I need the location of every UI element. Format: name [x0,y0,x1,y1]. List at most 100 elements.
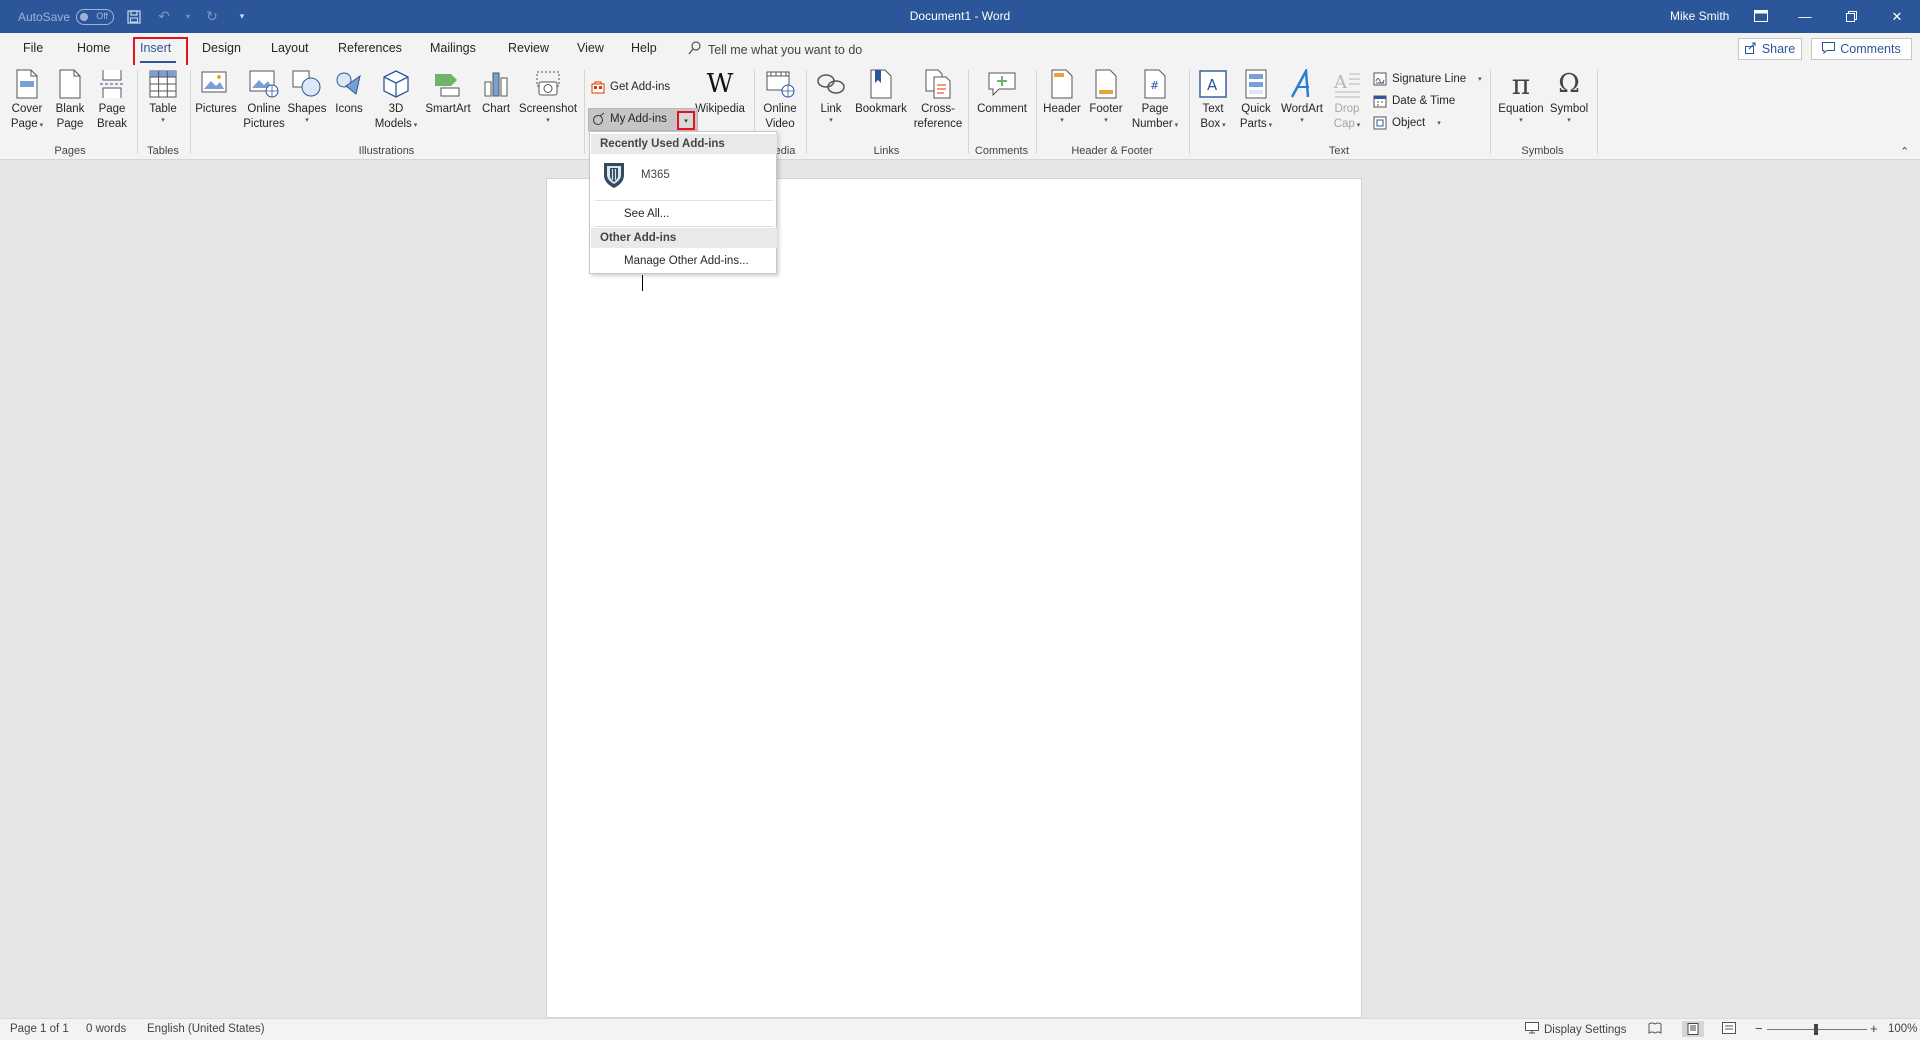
tab-review[interactable]: Review [508,41,549,55]
pictures-label: Pictures [195,103,237,115]
autosave-toggle[interactable]: Off [76,8,115,25]
date-time-button[interactable]: Date & Time [1372,91,1455,111]
get-addins-button[interactable]: Get Add-ins [590,77,670,97]
object-icon [1372,115,1388,131]
share-button[interactable]: Share [1738,38,1802,60]
web-layout-icon[interactable] [1722,1022,1736,1037]
addin-name: M365 [641,169,670,181]
drop-cap-label-1: Drop [1334,103,1360,115]
table-button[interactable]: Table ▾ [143,68,183,125]
window-controls: — ✕ [1782,0,1920,33]
drop-cap-button[interactable]: A Drop Cap ▾ [1328,68,1366,132]
chevron-down-icon: ▾ [1220,122,1226,129]
undo-icon[interactable]: ↶ [154,7,174,27]
quick-parts-button[interactable]: Quick Parts ▾ [1235,68,1277,132]
recently-used-header: Recently Used Add-ins [591,134,777,154]
link-icon [815,68,847,100]
cross-reference-icon [922,68,954,100]
blank-page-button[interactable]: Blank Page [51,68,89,132]
customize-qat-icon[interactable]: ▾ [232,7,252,27]
svg-text:A: A [1333,72,1348,93]
undo-dropdown-icon[interactable]: ▾ [184,7,192,27]
collapse-ribbon-icon[interactable]: ⌃ [1900,145,1909,158]
zoom-slider-thumb[interactable] [1814,1024,1818,1035]
zoom-level[interactable]: 100% [1888,1023,1917,1035]
tab-references[interactable]: References [338,41,402,55]
group-divider [1036,70,1037,154]
page-number-button[interactable]: # Page Number ▾ [1128,68,1182,132]
tell-me-search[interactable]: Tell me what you want to do [688,41,862,58]
tab-design[interactable]: Design [202,41,241,55]
chart-button[interactable]: Chart [476,68,516,117]
text-box-button[interactable]: A Text Box ▾ [1193,68,1233,132]
object-button[interactable]: Object ▾ [1372,113,1441,133]
close-icon[interactable]: ✕ [1874,0,1920,33]
cover-page-button[interactable]: Cover Page ▾ [8,68,46,132]
online-pictures-button[interactable]: Online Pictures [241,68,287,132]
symbol-button[interactable]: Ω Symbol ▾ [1548,68,1590,125]
language-status[interactable]: English (United States) [147,1023,265,1035]
document-page[interactable] [546,178,1362,1018]
smartart-button[interactable]: SmartArt [422,68,474,117]
signature-line-button[interactable]: Signature Line ▾ [1372,69,1482,89]
word-count[interactable]: 0 words [86,1023,126,1035]
pictures-icon [200,68,232,100]
tab-mailings[interactable]: Mailings [430,41,476,55]
minimize-icon[interactable]: — [1782,0,1828,33]
tab-layout[interactable]: Layout [271,41,309,55]
my-addins-dropdown-arrow[interactable]: ▾ [677,111,695,130]
zoom-out-icon[interactable]: − [1755,1021,1763,1036]
comment-button[interactable]: Comment [970,68,1034,117]
comments-button[interactable]: Comments [1811,38,1912,60]
title-bar: AutoSave Off ↶ ▾ ↻ ▾ Document1 - Word Mi… [0,0,1920,33]
shapes-button[interactable]: Shapes ▾ [287,68,327,125]
zoom-in-icon[interactable]: + [1870,1021,1878,1036]
footer-button[interactable]: Footer ▾ [1084,68,1128,125]
online-pictures-label-2: Pictures [243,118,285,130]
symbol-label: Symbol [1549,103,1589,115]
tab-view[interactable]: View [577,41,604,55]
tab-help[interactable]: Help [631,41,657,55]
manage-other-addins-menu-item[interactable]: Manage Other Add-ins... [591,250,777,272]
save-icon[interactable] [124,7,144,27]
page-count[interactable]: Page 1 of 1 [10,1023,69,1035]
chevron-down-icon: ▾ [829,117,833,124]
share-icon [1744,42,1757,57]
bookmark-button[interactable]: Bookmark [852,68,910,117]
header-button[interactable]: Header ▾ [1040,68,1084,125]
wikipedia-button[interactable]: W Wikipedia [692,68,748,117]
chevron-down-icon: ▾ [1104,117,1108,124]
addin-item-m365[interactable]: M365 [591,157,777,193]
lightbulb-icon [688,41,702,58]
text-box-label-1: Text [1202,103,1224,115]
redo-icon[interactable]: ↻ [202,7,222,27]
signature-icon [1372,71,1388,87]
cover-page-label-2: Page [10,118,38,130]
link-button[interactable]: Link ▾ [810,68,852,125]
tab-home[interactable]: Home [77,41,110,55]
user-name[interactable]: Mike Smith [1670,9,1729,23]
tell-me-text: Tell me what you want to do [708,42,863,57]
print-layout-icon[interactable] [1682,1021,1704,1037]
restore-icon[interactable] [1828,0,1874,33]
pictures-button[interactable]: Pictures [193,68,239,117]
display-settings-button[interactable]: Display Settings [1525,1022,1626,1037]
online-video-button[interactable]: Online Video [756,68,804,132]
cross-reference-button[interactable]: Cross- reference [912,68,964,132]
wordart-button[interactable]: WordArt ▾ [1278,68,1326,125]
calendar-icon [1372,93,1388,109]
ribbon-display-options-icon[interactable] [1752,7,1770,25]
icons-button[interactable]: Icons [331,68,367,117]
3d-models-button[interactable]: 3D Models ▾ [372,68,420,132]
autosave-control[interactable]: AutoSave Off [18,8,115,25]
chevron-down-icon: ▾ [546,117,550,124]
get-addins-label: Get Add-ins [610,81,671,93]
see-all-menu-item[interactable]: See All... [591,203,777,225]
screenshot-button[interactable]: Screenshot ▾ [517,68,579,125]
page-break-button[interactable]: Page Break [93,68,131,132]
tab-file[interactable]: File [23,41,43,55]
group-divider [806,70,807,154]
chevron-down-icon: ▾ [1354,122,1361,129]
read-mode-icon[interactable] [1648,1022,1662,1037]
equation-button[interactable]: π Equation ▾ [1494,68,1548,125]
